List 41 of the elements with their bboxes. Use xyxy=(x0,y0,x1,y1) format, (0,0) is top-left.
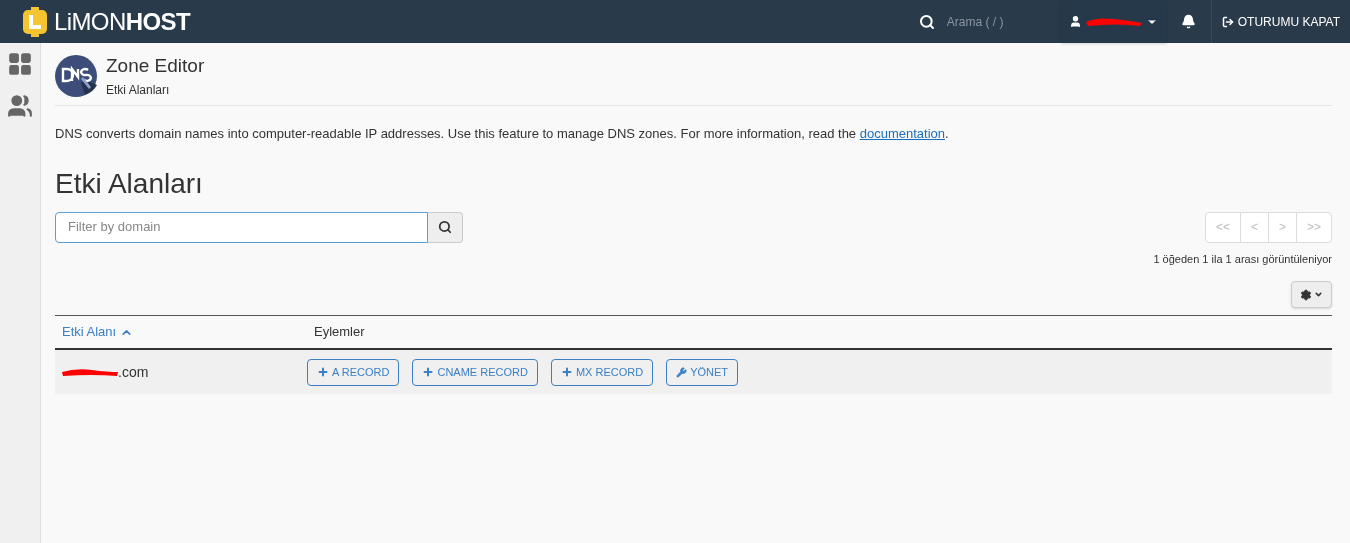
page-subtitle: Etki Alanları xyxy=(106,82,171,99)
column-header[interactable]: Etki Alanı xyxy=(55,322,307,342)
documentation-link[interactable]: documentation xyxy=(859,126,945,141)
search-button[interactable] xyxy=(428,211,463,243)
search-icon[interactable] xyxy=(918,13,935,30)
pagination-button[interactable]: << xyxy=(1205,212,1240,242)
search-field[interactable]: Arama ( / ) xyxy=(946,12,1047,31)
grid-icon[interactable] xyxy=(7,51,33,77)
section-heading: Etki Alanları xyxy=(55,166,204,201)
column-header: Eylemler xyxy=(313,323,365,342)
search-icon xyxy=(438,220,452,234)
action-button[interactable]: A RECORD xyxy=(307,358,400,386)
action-button[interactable]: YÖNET xyxy=(666,358,739,386)
logout-icon xyxy=(1221,15,1234,28)
settings-button[interactable] xyxy=(1291,281,1332,308)
logo-text: LiMONHOST xyxy=(54,6,190,37)
logo-icon xyxy=(22,6,48,37)
bell-icon[interactable] xyxy=(1181,14,1197,29)
users-icon[interactable] xyxy=(7,93,33,119)
redaction-mark xyxy=(62,367,118,377)
plus-icon xyxy=(317,366,329,378)
dns-icon xyxy=(55,55,97,97)
description: DNS converts domain names into computer-readable IP addresses. Use this feature to manage DNS zones. For more information, read the documentation. xyxy=(55,125,950,143)
caret-icon xyxy=(1314,290,1323,299)
pagination-button[interactable]: > xyxy=(1267,212,1296,242)
filter-field[interactable]: Filter by domain xyxy=(55,211,428,243)
pagination-button[interactable]: >> xyxy=(1296,212,1331,242)
plus-icon xyxy=(560,366,573,378)
redaction-mark xyxy=(1086,16,1143,27)
pagination-summary: 1 öğeden 1 ila 1 arası görüntüleniyor xyxy=(1153,251,1332,267)
action-button[interactable]: CNAME RECORD xyxy=(412,358,538,386)
logout-button[interactable]: OTURUMU KAPAT xyxy=(1211,12,1350,31)
wrench-icon xyxy=(676,366,688,378)
page-title: Zone Editor xyxy=(106,54,205,78)
plus-icon xyxy=(422,366,435,378)
pagination-button[interactable]: < xyxy=(1239,212,1268,242)
domain-name: .com xyxy=(118,362,149,382)
user-menu[interactable] xyxy=(1060,0,1167,43)
action-button[interactable]: MX RECORD xyxy=(550,358,654,386)
gear-icon xyxy=(1300,288,1312,301)
user-icon xyxy=(1069,15,1083,28)
